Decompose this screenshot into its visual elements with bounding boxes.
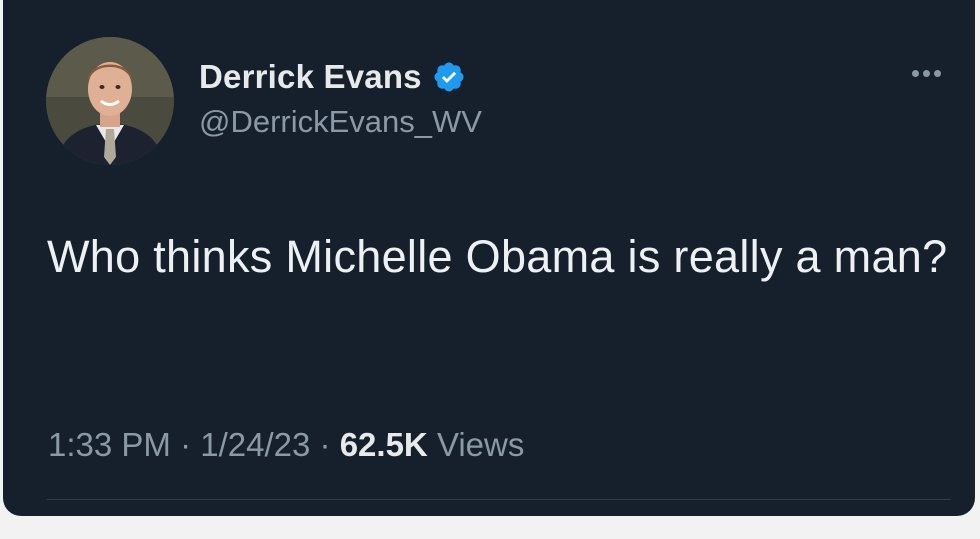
tweet-meta: 1:33 PM · 1/24/23 · 62.5K Views	[48, 426, 524, 464]
meta-separator: ·	[180, 426, 192, 463]
tweet-card: Derrick Evans @DerrickEvans_WV Who think…	[3, 0, 975, 516]
meta-separator: ·	[319, 426, 331, 463]
tweet-date[interactable]: 1/24/23	[200, 426, 310, 463]
verified-badge-icon[interactable]	[432, 60, 466, 94]
more-options-icon[interactable]	[912, 70, 941, 77]
profile-photo	[46, 37, 174, 165]
views-label: Views	[436, 426, 525, 463]
views-count[interactable]: 62.5K	[340, 426, 428, 463]
tweet-text: Who thinks Michelle Obama is really a ma…	[47, 231, 948, 282]
tweet-time[interactable]: 1:33 PM	[48, 426, 171, 463]
divider	[47, 499, 951, 500]
author-display-name[interactable]: Derrick Evans	[199, 58, 422, 96]
author-handle[interactable]: @DerrickEvans_WV	[199, 104, 482, 140]
author-name-row: Derrick Evans	[199, 58, 466, 96]
avatar[interactable]	[46, 37, 174, 165]
